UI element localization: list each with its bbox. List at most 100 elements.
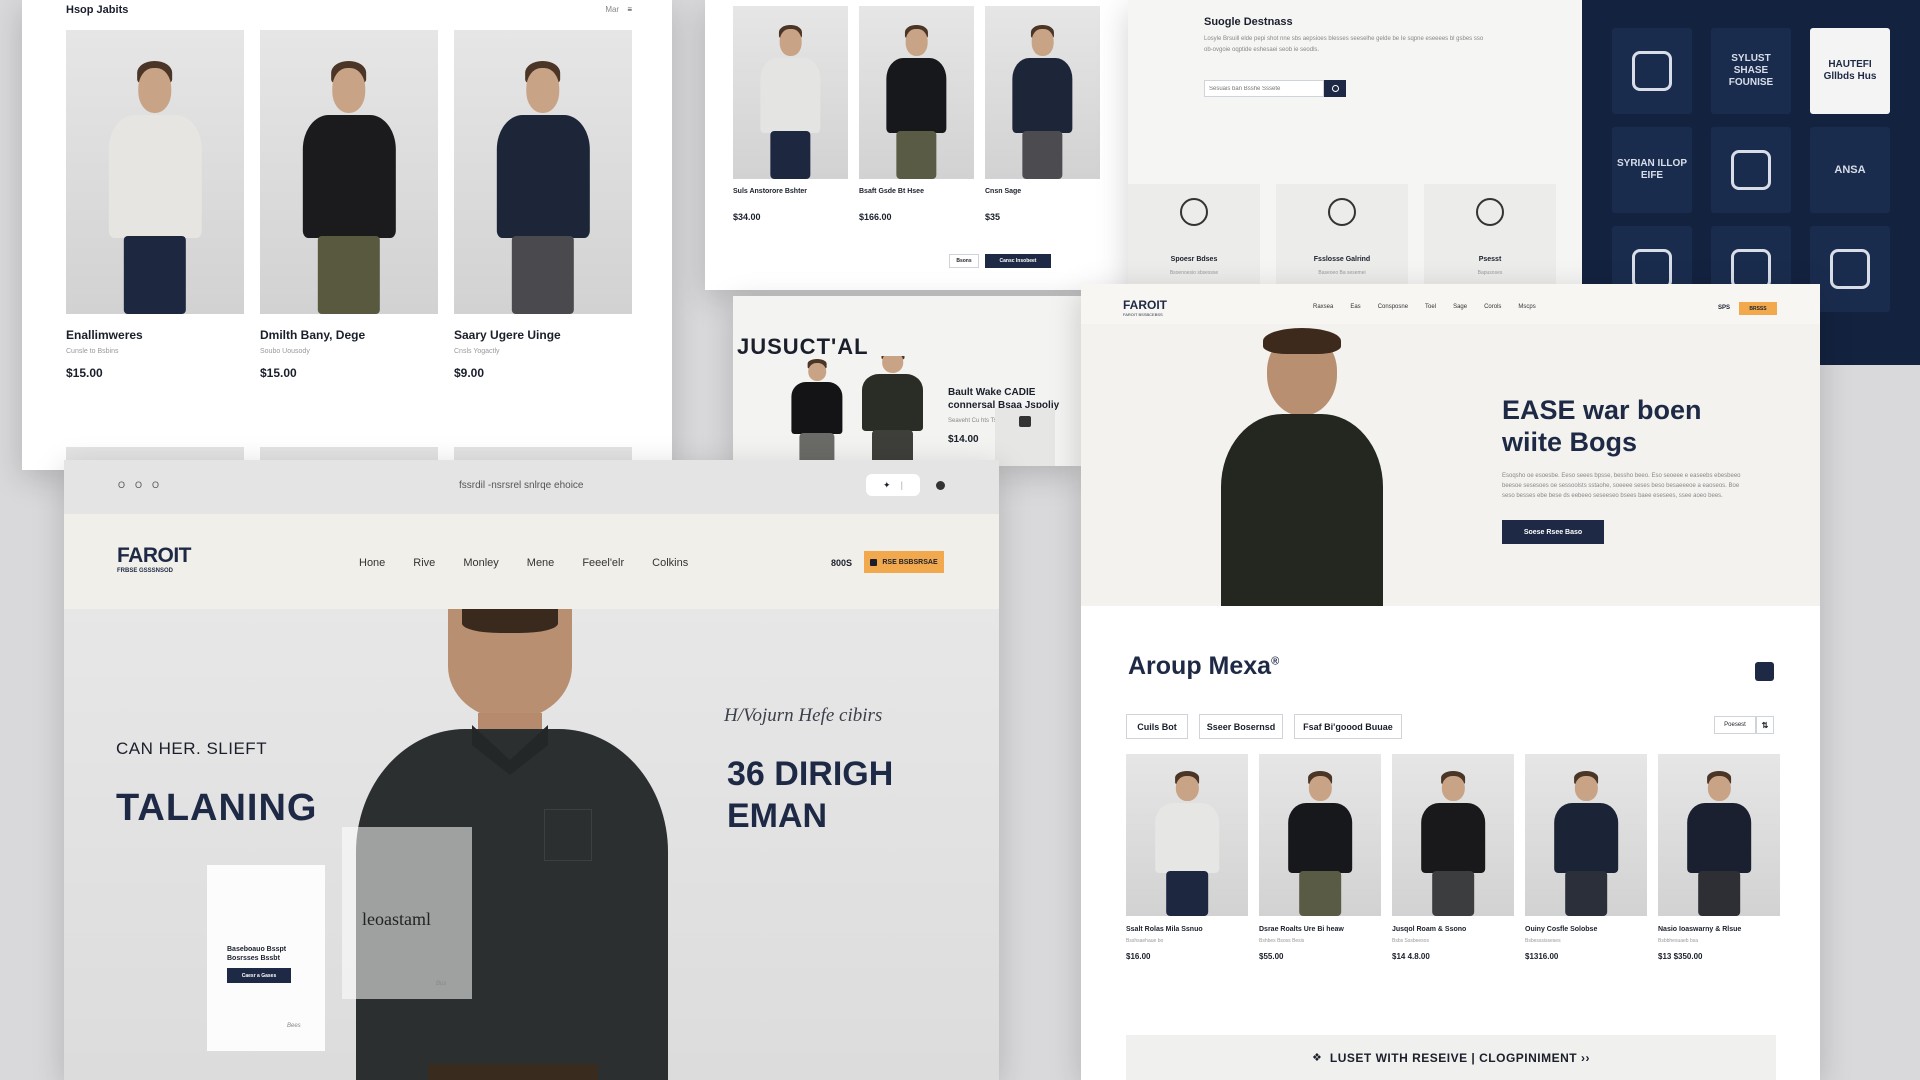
product-photo[interactable] <box>260 30 438 314</box>
primary-button[interactable]: Cansc Insobeet <box>985 254 1051 268</box>
window-dot-close[interactable]: O <box>118 480 125 490</box>
product-photo[interactable] <box>1259 754 1381 916</box>
twitter-button[interactable]: ✦ | <box>866 474 920 496</box>
product-photo[interactable] <box>1126 754 1248 916</box>
window-dot-max[interactable]: O <box>152 480 159 490</box>
product-card[interactable]: Suls Anstorore Bshter $34.00 <box>733 6 848 226</box>
product-price: $35 <box>985 212 1001 222</box>
nav-item[interactable]: Toel <box>1425 304 1436 310</box>
sort-dropdown[interactable]: Poesest ⇅ <box>1714 716 1774 734</box>
product-photo[interactable] <box>454 30 632 314</box>
nav-item[interactable]: Mene <box>527 557 555 569</box>
site-logo[interactable]: FAROIT FRBSE GSSSNSOD <box>117 544 192 574</box>
sort-label: Mar <box>605 5 620 14</box>
nav-item[interactable]: Corols <box>1484 304 1501 310</box>
model-figure <box>488 53 598 314</box>
model-figure <box>1548 767 1624 916</box>
nav-item[interactable]: Monley <box>463 557 498 569</box>
sort-control[interactable]: Mar ≡ <box>605 5 632 14</box>
overlay-card-promo: Baseboauo Bsspt Bosrsses Bssbt Caesr a G… <box>207 865 325 1051</box>
header-cta-button[interactable]: RSE BSBSRSAE <box>864 551 944 573</box>
search-input[interactable] <box>1204 80 1324 97</box>
product-card[interactable]: Dmilth Bany, Dege Soubo Uousody $15.00 <box>260 30 438 390</box>
product-card[interactable]: Ouiny Cosfle Solobse Bsbesssisseses $1316.… <box>1525 754 1647 974</box>
promo-card-footer: Bees <box>287 1023 301 1029</box>
search-icon <box>1331 85 1339 92</box>
hero-title-line-2: wiite Bogs <box>1502 427 1638 457</box>
product-desc: Soubo Uousody <box>260 348 310 355</box>
product-card[interactable]: Bsaft Gsde Bt Hsee $166.00 <box>859 6 974 226</box>
address-bar[interactable]: fssrdil -nsrsrel snlrqe ehoice <box>459 480 584 491</box>
secondary-button-label: Bsons <box>956 258 972 264</box>
logo-tile[interactable] <box>1810 226 1890 312</box>
product-price: $166.00 <box>859 212 892 222</box>
nav-extra[interactable]: 800S <box>831 558 852 568</box>
nav-item[interactable]: Hone <box>359 557 385 569</box>
product-photo[interactable] <box>66 30 244 314</box>
feature-card[interactable]: Fsslosse Galrind Baseoeo Ba sesemei <box>1276 184 1408 289</box>
grid-view-icon[interactable] <box>1755 662 1774 681</box>
logo-tile[interactable] <box>1612 28 1692 114</box>
logo-tile[interactable]: HAUTEFI Gllbds Hus <box>1810 28 1890 114</box>
nav-item[interactable]: Raxsea <box>1313 304 1333 310</box>
nav-item[interactable]: Eas <box>1350 304 1360 310</box>
nav-item[interactable]: Mscps <box>1518 304 1535 310</box>
panel-title: Hsop Jabits <box>66 4 129 16</box>
model-figure <box>1149 767 1225 916</box>
logo-tile[interactable]: SYRIAN ILLOP EIFE <box>1612 127 1692 213</box>
bag-icon <box>870 558 878 566</box>
window-dot-min[interactable]: O <box>135 480 142 490</box>
nav-item[interactable]: Consposne <box>1378 304 1408 310</box>
product-card[interactable]: Jusqol Roam & Ssono Bsbs Sssbeesos $14 4.8… <box>1392 754 1514 974</box>
logo-tile[interactable] <box>1711 127 1791 213</box>
section-title: Aroup Mexa® <box>1128 652 1279 681</box>
feature-sub: Baseoeo Ba sesemei <box>1318 270 1366 276</box>
feature-card[interactable]: Spoesr Bdses Bsoenoesio sbsessse <box>1128 184 1260 289</box>
bird-icon: ✦ <box>883 479 891 490</box>
product-sub: Bsshsaehaue bo <box>1126 938 1164 944</box>
bag-icon <box>1019 416 1031 427</box>
feature-label: Spoesr Bdses <box>1170 256 1218 263</box>
nav-extra[interactable]: SPS <box>1718 305 1730 311</box>
product-photo[interactable] <box>859 6 974 179</box>
featured-duo-photo <box>763 356 943 466</box>
product-photo[interactable] <box>985 6 1100 179</box>
tent-icon <box>1180 198 1208 226</box>
search-button[interactable] <box>1324 80 1346 97</box>
logo-tile[interactable]: ANSA <box>1810 127 1890 213</box>
product-card[interactable]: Saary Ugere Uinge Cnsls Yogactly $9.00 <box>454 30 632 390</box>
nav-item[interactable]: Colkins <box>652 557 688 569</box>
header-cta-button[interactable]: BRSSS <box>1739 302 1777 315</box>
product-photo[interactable] <box>1392 754 1514 916</box>
handshake-icon: ❖ <box>1312 1052 1322 1064</box>
site-logo[interactable]: FAROIT FAROIT BSSBCEBSS <box>1123 298 1167 317</box>
nav-item[interactable]: Rive <box>413 557 435 569</box>
bottom-banner[interactable]: ❖ LUSET WITH RESEIVE | CLOGPINIMENT ›› <box>1126 1035 1776 1080</box>
profile-dot-icon[interactable] <box>936 481 945 490</box>
product-card[interactable]: Nasio Ioaswarny & Rlsue Bsbbhesuaeb bsa $1… <box>1658 754 1780 974</box>
product-photo[interactable] <box>733 6 848 179</box>
filter-chip[interactable]: Cuils Bot <box>1126 714 1188 739</box>
product-photo[interactable] <box>1525 754 1647 916</box>
product-card[interactable]: Dsrae Roalts Ure Bi heaw Bshbes Bsoss Bes… <box>1259 754 1381 974</box>
filter-chip[interactable]: Sseer Bosernsd <box>1199 714 1283 739</box>
nav-item[interactable]: Sage <box>1453 304 1467 310</box>
secondary-button[interactable]: Bsons <box>949 254 979 268</box>
feature-card[interactable]: Psesst Bapusoses <box>1424 184 1556 289</box>
primary-button-label: Cansc Insobeet <box>999 258 1037 264</box>
promo-card-button[interactable]: Caesr a Gases <box>227 968 291 983</box>
model-figure <box>1415 767 1491 916</box>
search-features-panel: Suogle Destnass Losyle Brsuill elde pepi… <box>1128 0 1583 300</box>
logo-tile[interactable]: SYLUST SHASE FOUNISE <box>1711 28 1791 114</box>
product-card[interactable]: Ssalt Rolas Mila Ssnuo Bsshsaehaue bo $16.… <box>1126 754 1248 974</box>
product-card[interactable]: Enallimweres Cunsle to Bsbins $15.00 <box>66 30 244 390</box>
product-photo[interactable] <box>1658 754 1780 916</box>
search-bar[interactable] <box>1204 80 1346 97</box>
homepage-right-panel: FAROIT FAROIT BSSBCEBSS Raxsea Eas Conspos… <box>1081 284 1820 1080</box>
filter-chip[interactable]: Fsaf Bi'goood Buuae <box>1294 714 1402 739</box>
hero-button[interactable]: Soese Rsee Baso <box>1502 520 1604 544</box>
product-card[interactable]: Cnsn Sage $35 <box>985 6 1100 226</box>
hero-description: Esoqsho oe esoesbe. Eeso seees bpsse, be… <box>1502 473 1741 499</box>
product-price: $55.00 <box>1259 952 1284 961</box>
nav-item[interactable]: Feeel'elr <box>582 557 624 569</box>
